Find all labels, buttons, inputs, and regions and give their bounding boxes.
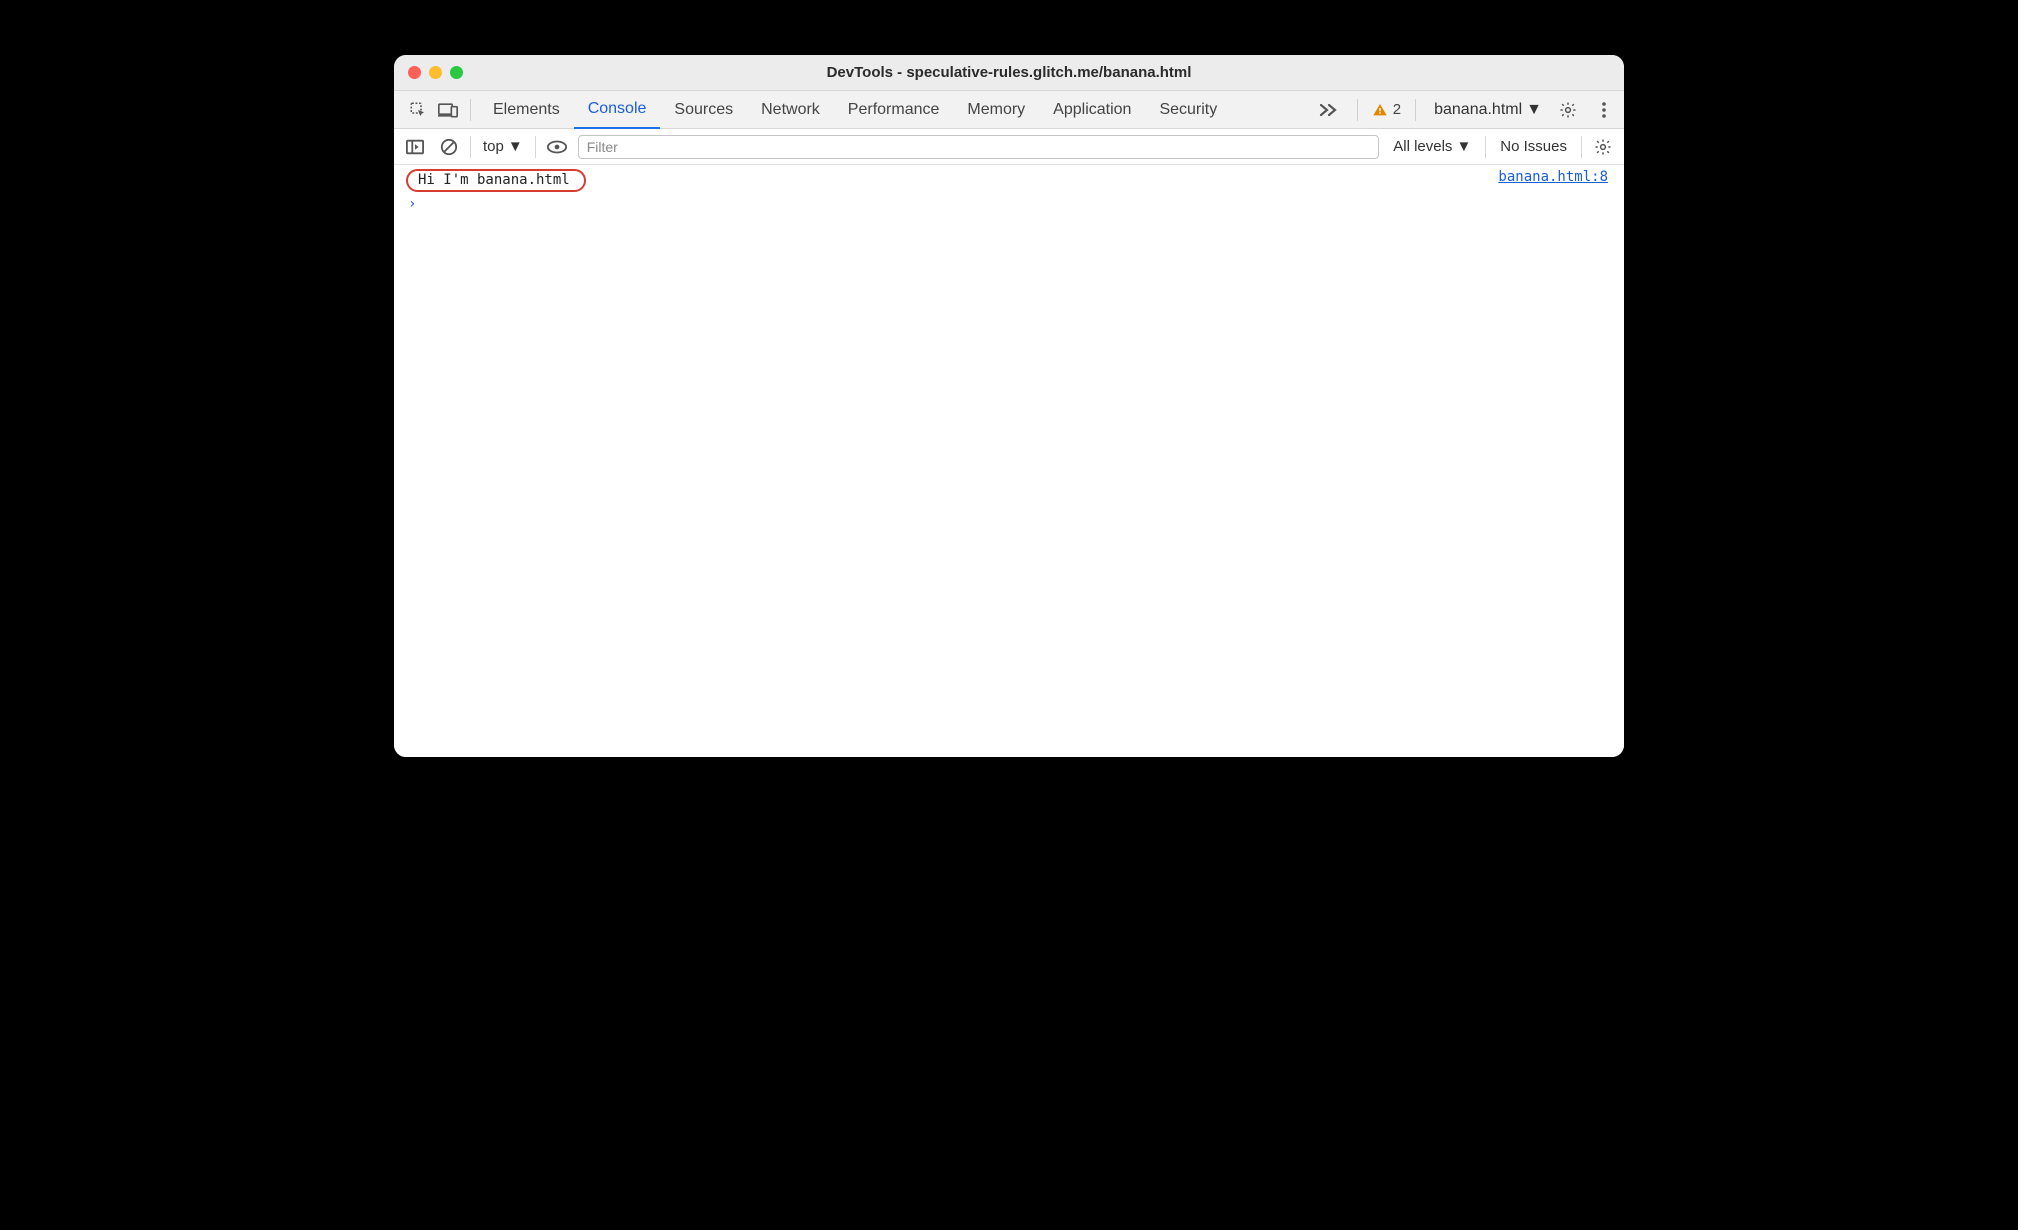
tab-network[interactable]: Network [747,91,834,128]
window-zoom-button[interactable] [450,66,463,79]
issues-button[interactable]: No Issues [1494,138,1573,155]
prompt-chevron-icon: › [408,196,416,212]
toggle-sidebar-icon[interactable] [402,134,428,160]
tab-elements[interactable]: Elements [479,91,574,128]
console-log-source-link[interactable]: banana.html:8 [1498,169,1614,185]
divider [470,99,471,121]
issues-label: No Issues [1500,138,1567,155]
divider [1357,99,1358,121]
filter-input[interactable] [578,135,1380,159]
frame-selector[interactable]: banana.html ▼ [1430,99,1546,121]
tab-performance[interactable]: Performance [834,91,954,128]
devtools-window: DevTools - speculative-rules.glitch.me/b… [394,55,1624,757]
console-log-row: Hi I'm banana.html banana.html:8 [394,167,1624,194]
log-levels-selector[interactable]: All levels ▼ [1387,138,1477,155]
tab-application[interactable]: Application [1039,91,1145,128]
device-toolbar-icon[interactable] [434,96,462,124]
traffic-lights [394,66,463,79]
tab-sources[interactable]: Sources [660,91,747,128]
divider [470,136,471,158]
console-prompt[interactable]: › [394,194,1624,214]
tab-console[interactable]: Console [574,91,661,129]
tab-security[interactable]: Security [1145,91,1231,128]
clear-console-icon[interactable] [436,134,462,160]
panel-tabs: Elements Console Sources Network Perform… [479,91,1231,128]
chevron-down-icon: ▼ [1526,101,1542,119]
window-minimize-button[interactable] [429,66,442,79]
frame-selector-label: banana.html [1434,101,1522,119]
inspect-element-icon[interactable] [404,96,432,124]
warnings-count: 2 [1393,101,1401,118]
context-label: top [483,138,504,155]
window-close-button[interactable] [408,66,421,79]
divider [1415,99,1416,121]
console-log-message: Hi I'm banana.html [406,169,586,192]
kebab-menu-icon[interactable] [1590,96,1618,124]
settings-icon[interactable] [1554,96,1582,124]
window-title: DevTools - speculative-rules.glitch.me/b… [394,64,1624,81]
more-tabs-icon[interactable] [1315,96,1343,124]
divider [1485,136,1486,158]
console-output[interactable]: Hi I'm banana.html banana.html:8 › [394,165,1624,757]
divider [535,136,536,158]
divider [1581,136,1582,158]
tab-memory[interactable]: Memory [953,91,1039,128]
warnings-badge[interactable]: 2 [1372,101,1401,118]
devtools-tabstrip: Elements Console Sources Network Perform… [394,91,1624,129]
live-expression-icon[interactable] [544,134,570,160]
chevron-down-icon: ▼ [508,138,523,155]
console-settings-icon[interactable] [1590,134,1616,160]
console-toolbar: top ▼ All levels ▼ No Issues [394,129,1624,165]
levels-label: All levels [1393,138,1452,155]
chevron-down-icon: ▼ [1456,138,1471,155]
execution-context-selector[interactable]: top ▼ [479,138,527,155]
titlebar: DevTools - speculative-rules.glitch.me/b… [394,55,1624,91]
